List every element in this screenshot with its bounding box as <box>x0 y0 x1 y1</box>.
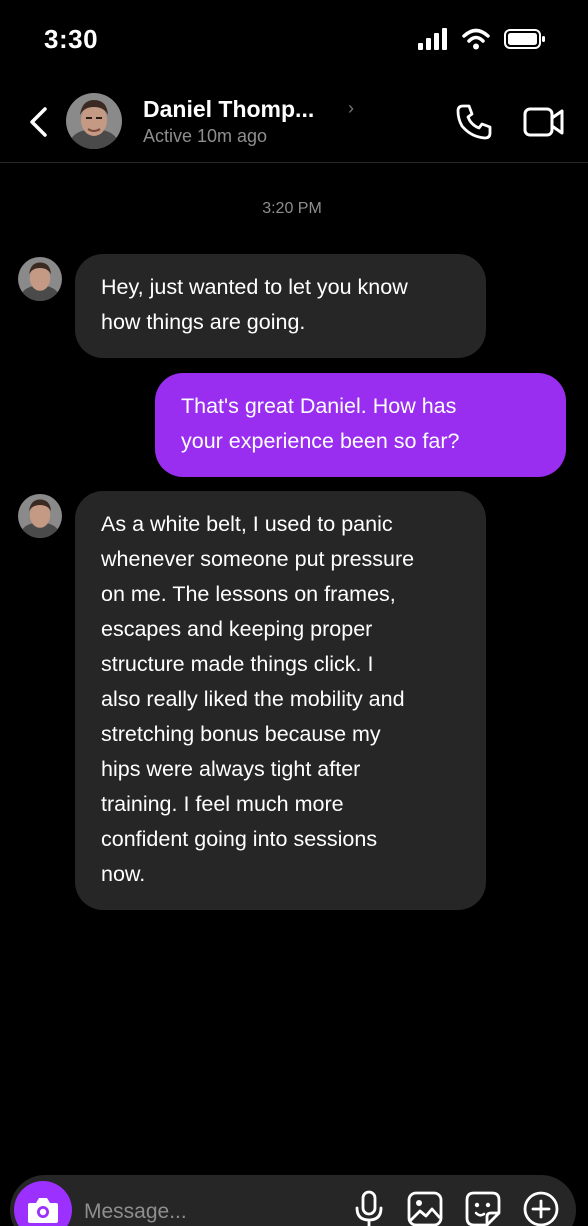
message-input[interactable] <box>84 1197 334 1226</box>
message-bubble-incoming[interactable]: As a white belt, I used to panic wheneve… <box>75 491 486 910</box>
video-camera-icon <box>523 107 564 137</box>
back-button[interactable] <box>22 102 54 142</box>
contact-status: Active 10m ago <box>143 126 268 146</box>
status-bar: 3:30 <box>0 0 588 80</box>
contact-avatar[interactable] <box>66 93 122 149</box>
message-composer <box>10 1175 576 1226</box>
audio-call-button[interactable] <box>454 102 494 142</box>
phone-icon <box>456 104 492 140</box>
status-time: 3:30 <box>44 24 99 54</box>
sender-avatar[interactable] <box>18 494 62 538</box>
message-bubble-incoming[interactable]: Hey, just wanted to let you know how thi… <box>75 254 486 358</box>
sticker-button[interactable] <box>464 1189 502 1226</box>
microphone-icon <box>355 1190 383 1226</box>
sticker-icon <box>465 1191 501 1226</box>
battery-full-icon <box>504 29 545 49</box>
sender-avatar[interactable] <box>18 257 62 301</box>
message-timestamp: 3:20 PM <box>262 200 322 217</box>
camera-button[interactable] <box>14 1181 72 1226</box>
video-call-button[interactable] <box>522 102 566 142</box>
voice-message-button[interactable] <box>350 1189 388 1226</box>
chevron-right-icon: › <box>348 98 354 118</box>
contact-name[interactable]: Daniel Thomp... <box>143 96 314 123</box>
status-icons <box>418 28 546 50</box>
gallery-button[interactable] <box>406 1189 444 1226</box>
message-bubble-outgoing[interactable]: That's great Daniel. How has your experi… <box>155 373 566 477</box>
gallery-icon <box>407 1191 443 1226</box>
plus-circle-icon <box>523 1191 559 1226</box>
back-chevron-icon <box>30 107 47 137</box>
wifi-icon <box>462 28 490 50</box>
chat-header: Daniel Thomp... › Active 10m ago <box>0 80 588 163</box>
cellular-signal-icon <box>418 28 447 50</box>
more-options-button[interactable] <box>522 1189 560 1226</box>
camera-icon <box>28 1198 58 1223</box>
